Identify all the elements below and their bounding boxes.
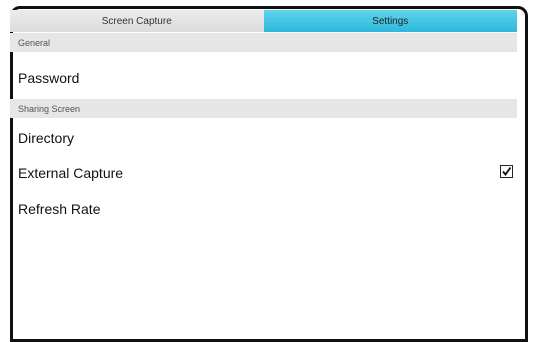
setting-refresh-rate[interactable]: Refresh Rate — [10, 194, 517, 224]
setting-password-label: Password — [18, 70, 80, 86]
section-header-general: General — [10, 33, 517, 52]
tab-screen-capture[interactable]: Screen Capture — [10, 10, 264, 32]
setting-directory[interactable]: Directory — [10, 123, 517, 153]
setting-directory-label: Directory — [18, 130, 75, 146]
section-header-sharing-screen: Sharing Screen — [10, 99, 517, 118]
setting-external-capture-label: External Capture — [18, 165, 124, 181]
setting-external-capture[interactable]: External Capture — [10, 158, 517, 188]
tab-bar: Screen Capture Settings — [10, 10, 517, 32]
tab-settings[interactable]: Settings — [263, 10, 517, 32]
setting-refresh-rate-label: Refresh Rate — [18, 201, 101, 217]
checkmark-icon — [502, 166, 512, 176]
external-capture-checkbox[interactable] — [500, 165, 513, 178]
setting-password[interactable]: Password — [10, 63, 517, 93]
